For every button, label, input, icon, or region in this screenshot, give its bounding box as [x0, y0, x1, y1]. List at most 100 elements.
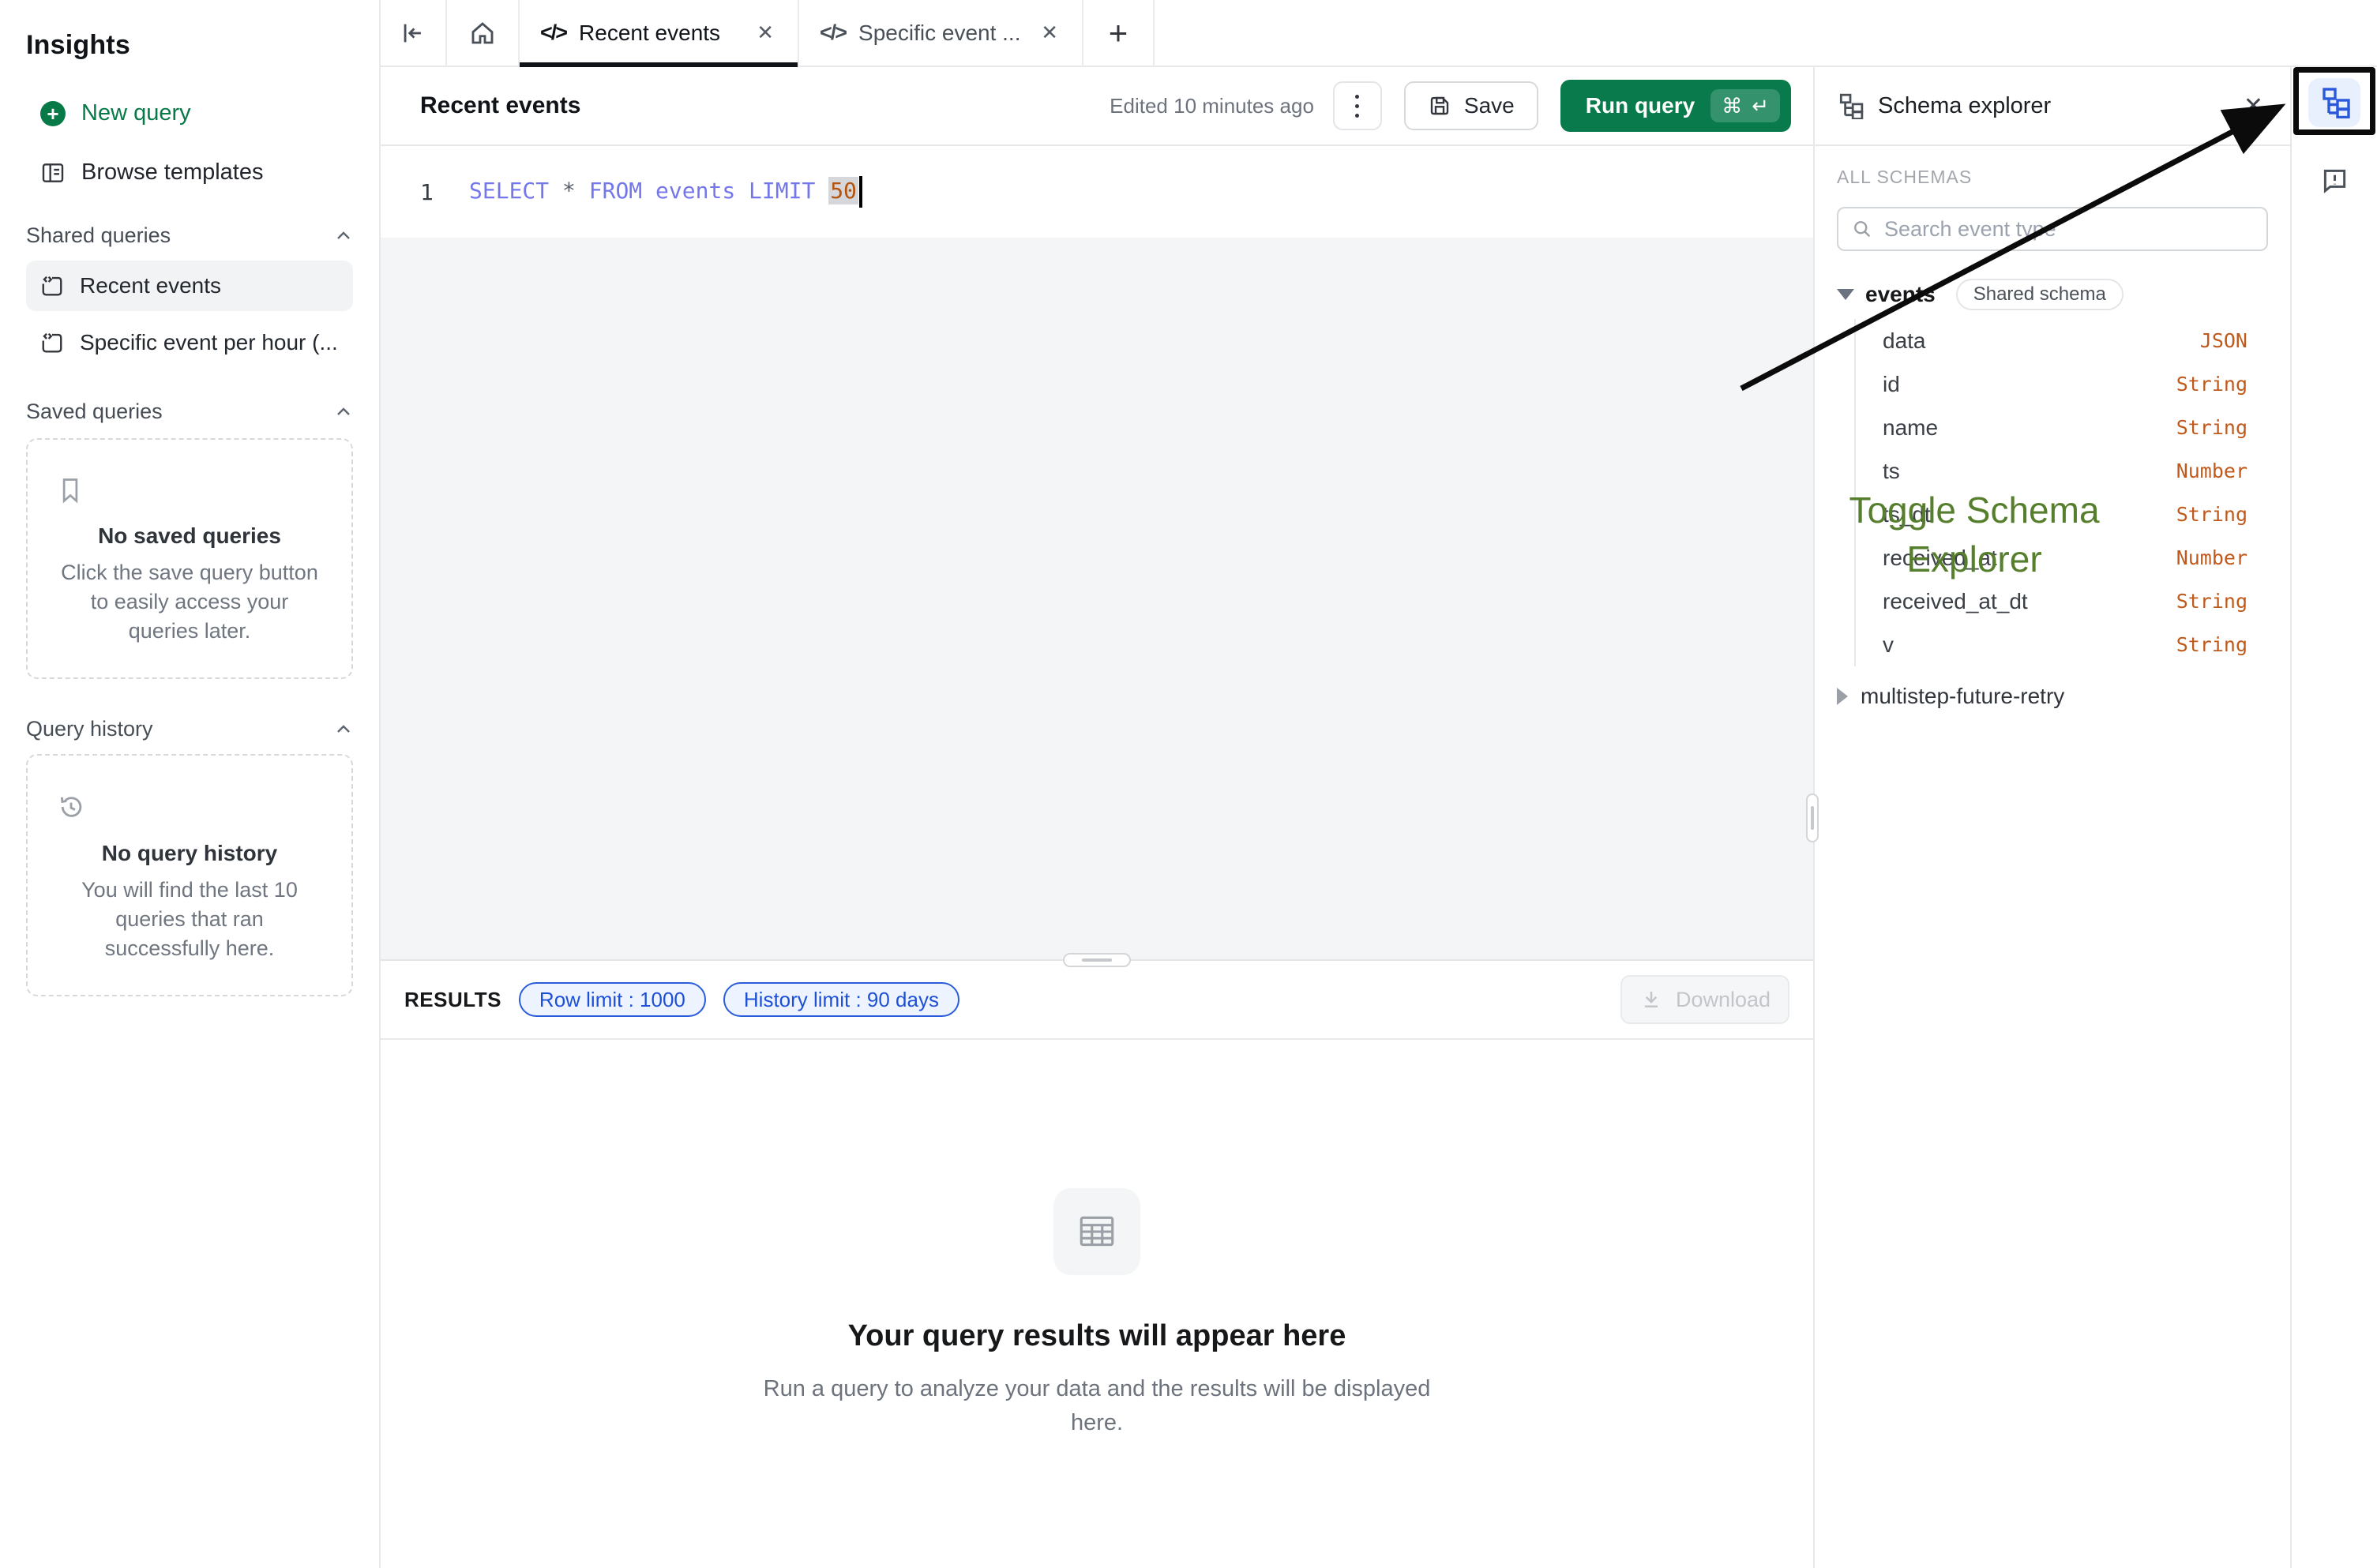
- text-cursor: [859, 176, 862, 208]
- close-tab-icon[interactable]: ✕: [753, 21, 777, 45]
- download-icon: [1639, 988, 1663, 1011]
- field-type: Number: [2176, 546, 2268, 569]
- chevron-up-icon: [334, 227, 353, 246]
- sql-table: events: [655, 178, 735, 204]
- close-panel-icon[interactable]: ✕: [2239, 89, 2268, 123]
- saved-queries-header[interactable]: Saved queries: [26, 400, 353, 424]
- schema-field-row[interactable]: ts_dt String: [1883, 493, 2268, 536]
- sidebar-item-label: Recent events: [80, 273, 221, 298]
- table-icon-box: [1053, 1188, 1140, 1275]
- keyboard-shortcut-badge: ⌘ ↵: [1710, 89, 1780, 122]
- code-area[interactable]: 1 SELECT * FROM events LIMIT 50: [381, 146, 1813, 238]
- field-name: ts: [1883, 459, 1900, 484]
- panel-resize-handle[interactable]: [1806, 793, 1819, 842]
- results-toolbar: RESULTS Row limit : 1000 History limit :…: [381, 959, 1813, 1040]
- schema-panel-header: Schema explorer ✕: [1815, 67, 2290, 146]
- sidebar-item-specific-event[interactable]: Specific event per hour (...: [26, 317, 353, 368]
- schema-field-row[interactable]: received_at Number: [1883, 536, 2268, 580]
- field-type: String: [2176, 373, 2268, 396]
- triangle-right-icon: [1837, 688, 1848, 705]
- command-key-icon: ⌘: [1722, 94, 1742, 118]
- run-query-button[interactable]: Run query ⌘ ↵: [1560, 80, 1791, 132]
- sql-star: *: [562, 178, 576, 204]
- home-button[interactable]: [447, 0, 520, 66]
- download-button[interactable]: Download: [1620, 975, 1789, 1024]
- search-icon: [1851, 218, 1873, 240]
- schema-group-multistep[interactable]: multistep-future-retry: [1837, 677, 2268, 715]
- code-icon: </>: [540, 21, 566, 45]
- collapse-sidebar-button[interactable]: [381, 0, 447, 66]
- new-query-label: New query: [81, 100, 191, 126]
- saved-queries-empty-state: No saved queries Click the save query bu…: [26, 438, 353, 679]
- sidebar-item-label: Specific event per hour (...: [80, 330, 338, 355]
- field-name: received_at: [1883, 546, 1997, 571]
- history-limit-pill[interactable]: History limit : 90 days: [723, 982, 959, 1017]
- insights-app: Insights + New query Browse templates Sh…: [0, 0, 2377, 1568]
- code-block-icon: [40, 331, 64, 354]
- schema-field-row[interactable]: v String: [1883, 623, 2268, 666]
- close-tab-icon[interactable]: ✕: [1038, 21, 1061, 45]
- download-label: Download: [1676, 988, 1771, 1012]
- query-history-empty-state: No query history You will find the last …: [26, 754, 353, 996]
- schema-field-row[interactable]: data JSON: [1883, 319, 2268, 362]
- shared-queries-header[interactable]: Shared queries: [26, 223, 353, 248]
- more-options-button[interactable]: [1333, 81, 1382, 130]
- results-empty-title: Your query results will appear here: [848, 1319, 1346, 1353]
- field-name: data: [1883, 328, 1926, 354]
- sql-keyword: SELECT: [469, 178, 549, 204]
- feedback-button[interactable]: [2308, 156, 2360, 204]
- schema-search-box: [1837, 207, 2268, 251]
- browse-templates-button[interactable]: Browse templates: [26, 159, 353, 186]
- sidebar: Insights + New query Browse templates Sh…: [0, 0, 381, 1568]
- new-tab-button[interactable]: +: [1083, 0, 1155, 66]
- templates-icon: [40, 160, 66, 186]
- sql-line: SELECT * FROM events LIMIT 50: [426, 176, 862, 208]
- shared-schema-badge: Shared schema: [1956, 279, 2124, 310]
- schema-group-label: multistep-future-retry: [1861, 684, 2064, 709]
- tab-specific-event[interactable]: </> Specific event ... ✕: [799, 0, 1083, 66]
- shared-queries-label: Shared queries: [26, 223, 171, 248]
- code-block-icon: [40, 274, 64, 298]
- chevron-up-icon: [334, 720, 353, 739]
- plus-circle-icon: +: [40, 101, 66, 126]
- history-empty-title: No query history: [56, 841, 323, 866]
- sql-editor: 1 SELECT * FROM events LIMIT 50 Toggle S…: [381, 146, 1813, 959]
- schema-field-row[interactable]: name String: [1883, 406, 2268, 449]
- schema-field-row[interactable]: ts Number: [1883, 449, 2268, 493]
- sql-keyword: FROM: [589, 178, 642, 204]
- schema-explorer-panel: Schema explorer ✕ ALL SCHEMAS: [1813, 67, 2290, 1568]
- row-limit-pill[interactable]: Row limit : 1000: [519, 982, 706, 1017]
- bookmark-icon: [56, 476, 323, 505]
- triangle-down-icon: [1837, 289, 1854, 300]
- field-name: received_at_dt: [1883, 589, 2028, 614]
- tab-label: Recent events: [579, 21, 741, 46]
- right-icon-rail: [2290, 67, 2377, 1568]
- query-history-header[interactable]: Query history: [26, 717, 353, 741]
- toggle-schema-explorer-button[interactable]: [2308, 78, 2360, 127]
- field-name: ts_dt: [1883, 502, 1931, 527]
- field-name: id: [1883, 372, 1900, 397]
- query-history-label: Query history: [26, 717, 153, 741]
- schema-panel-body: ALL SCHEMAS events Shared schema: [1815, 146, 2290, 715]
- schema-field-row[interactable]: id String: [1883, 362, 2268, 406]
- shared-queries-list: Recent events Specific event per hour (.…: [26, 261, 353, 368]
- line-number: 1: [381, 179, 426, 205]
- new-query-button[interactable]: + New query: [26, 100, 353, 126]
- schema-field-row[interactable]: received_at_dt String: [1883, 580, 2268, 623]
- sidebar-item-recent-events[interactable]: Recent events: [26, 261, 353, 311]
- browse-templates-label: Browse templates: [81, 159, 264, 186]
- save-button[interactable]: Save: [1404, 81, 1538, 130]
- tab-recent-events[interactable]: </> Recent events ✕: [520, 0, 799, 66]
- schema-group-label: events: [1865, 282, 1936, 307]
- schema-group-events[interactable]: events Shared schema: [1837, 276, 2268, 313]
- field-type: String: [2176, 416, 2268, 439]
- results-pane: RESULTS Row limit : 1000 History limit :…: [381, 959, 1813, 1568]
- schema-search-input[interactable]: [1884, 217, 2254, 242]
- save-icon: [1428, 94, 1451, 118]
- field-name: name: [1883, 415, 1938, 441]
- all-schemas-label: ALL SCHEMAS: [1837, 167, 2268, 188]
- save-label: Save: [1464, 93, 1515, 118]
- results-resize-handle[interactable]: [1063, 953, 1131, 967]
- enter-key-icon: ↵: [1752, 94, 1769, 118]
- query-header: Recent events Edited 10 minutes ago: [381, 67, 1813, 146]
